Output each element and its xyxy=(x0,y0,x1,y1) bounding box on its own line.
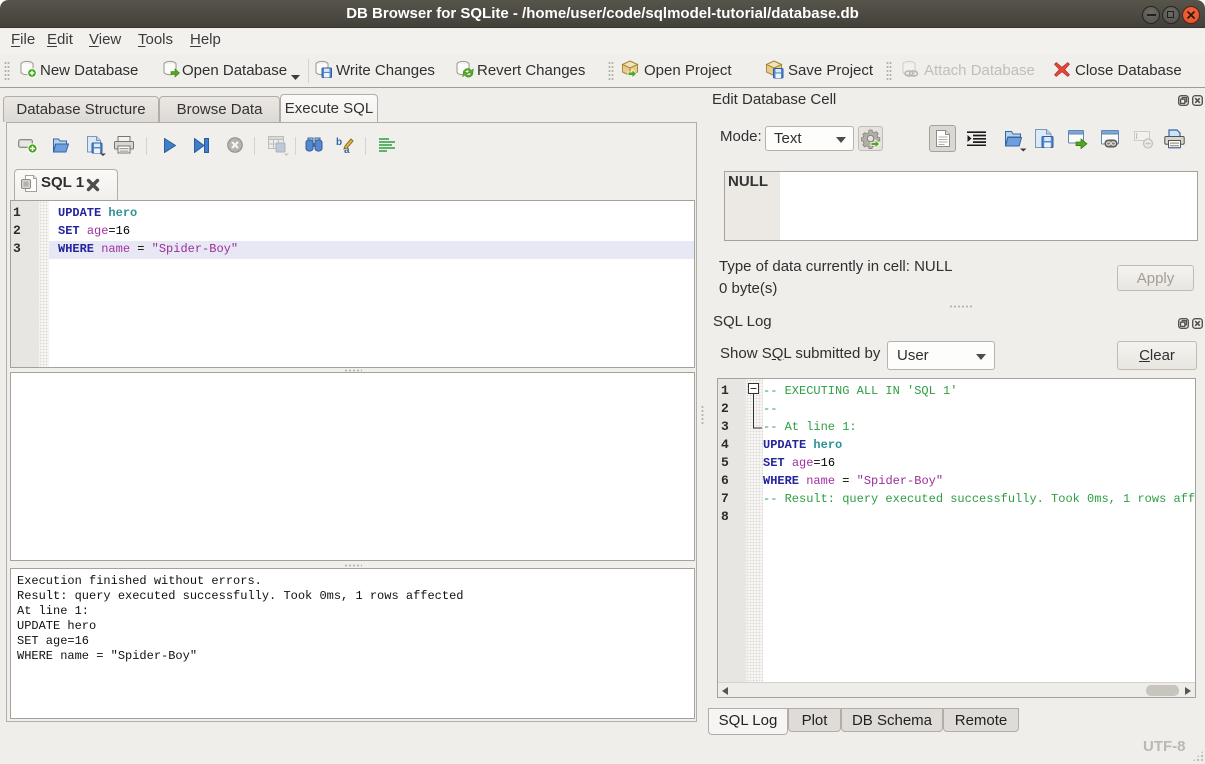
svg-text:b: b xyxy=(336,137,342,148)
